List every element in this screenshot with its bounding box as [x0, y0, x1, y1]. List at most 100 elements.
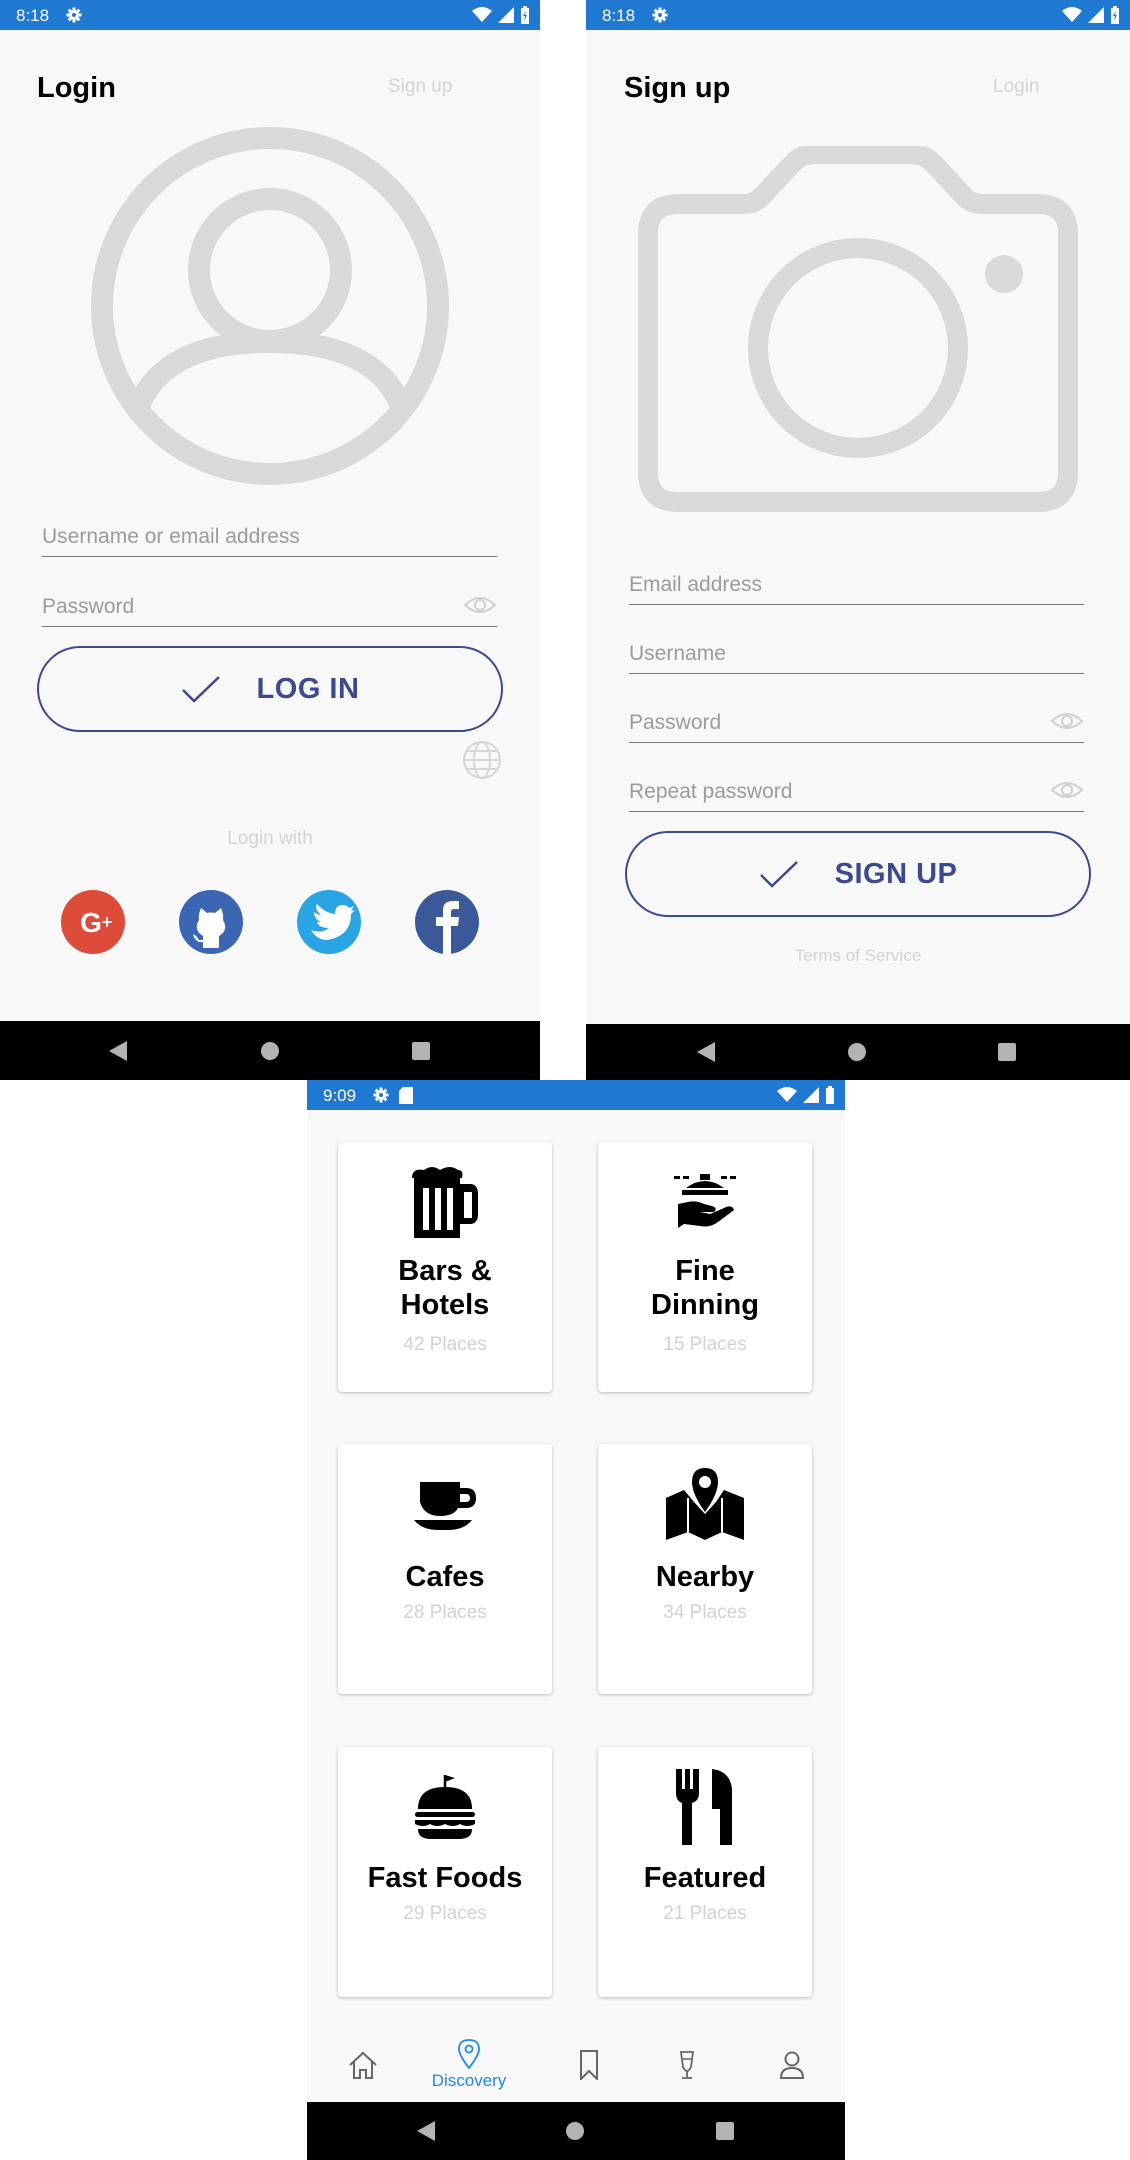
signup-link[interactable]: Sign up: [388, 76, 452, 98]
recents-square-icon[interactable]: [412, 1041, 430, 1060]
category-count: 42 Places: [403, 1334, 487, 1355]
google-plus-icon[interactable]: G +: [61, 890, 125, 954]
svg-text:+: +: [102, 912, 113, 932]
sd-card-icon: [399, 1087, 413, 1104]
signal-icon: [803, 1087, 819, 1103]
tab-discovery[interactable]: Discovery: [424, 2028, 514, 2102]
status-time: 8:18: [602, 6, 636, 25]
tab-profile[interactable]: [762, 2028, 822, 2102]
page-title: Sign up: [624, 72, 731, 104]
tab-home[interactable]: [333, 2028, 393, 2102]
page-title: Login: [37, 72, 116, 104]
username-field[interactable]: [42, 522, 497, 557]
category-title: Featured: [598, 1861, 812, 1895]
home-circle-icon[interactable]: [260, 1041, 280, 1061]
category-card-fine-dinning[interactable]: Fine Dinning 15 Places: [598, 1142, 812, 1392]
map-pin-icon: [666, 1468, 744, 1540]
login-button[interactable]: LOG IN: [37, 646, 503, 732]
repeat-password-field[interactable]: [629, 777, 1084, 812]
username-input[interactable]: [629, 639, 1084, 669]
status-bar: 8:18: [0, 0, 540, 30]
show-password-eye-icon[interactable]: [463, 594, 497, 616]
category-title-line1: Bars &: [398, 1255, 492, 1287]
language-globe-icon[interactable]: [462, 740, 502, 780]
tab-bookmarks[interactable]: [559, 2028, 619, 2102]
password-input[interactable]: [42, 592, 497, 622]
login-screen: 8:18 Login Sign up LOG IN Login with G+: [0, 0, 540, 1080]
category-title: Fine Dinning: [598, 1254, 812, 1322]
settings-icon: [373, 1087, 389, 1103]
avatar-placeholder-icon: [91, 127, 449, 485]
home-icon: [349, 2051, 377, 2079]
status-time: 9:09: [323, 1086, 357, 1105]
username-input[interactable]: [42, 522, 497, 552]
back-icon[interactable]: [108, 1040, 128, 1062]
wifi-icon: [777, 1087, 797, 1102]
user-profile-icon: [779, 2051, 805, 2079]
category-card-nearby[interactable]: Nearby 34 Places: [598, 1444, 812, 1694]
password-field[interactable]: [42, 592, 497, 627]
show-repeat-password-eye-icon[interactable]: [1050, 779, 1084, 801]
wifi-icon: [1062, 7, 1082, 22]
repeat-password-input[interactable]: [629, 777, 1084, 807]
signal-icon: [1088, 7, 1104, 23]
show-password-eye-icon[interactable]: [1050, 710, 1084, 732]
android-nav-bar: [307, 2102, 845, 2160]
location-pin-icon: [458, 2039, 480, 2069]
tab-discovery-label: Discovery: [431, 2071, 507, 2090]
category-count: 29 Places: [403, 1903, 487, 1924]
status-time: 8:18: [16, 6, 50, 25]
waiter-tray-icon: [674, 1174, 736, 1228]
android-nav-bar: [586, 1024, 1130, 1080]
username-field[interactable]: [629, 639, 1084, 674]
bottom-tab-bar: Discovery: [307, 2028, 845, 2102]
terms-of-service-link[interactable]: Terms of Service: [586, 946, 1130, 966]
login-with-label: Login with: [227, 828, 313, 849]
back-icon[interactable]: [416, 2120, 436, 2142]
battery-icon: [826, 1086, 834, 1104]
category-title: Fast Foods: [338, 1861, 552, 1895]
category-title-line1: Fast Foods: [367, 1862, 523, 1894]
home-circle-icon[interactable]: [847, 1042, 867, 1062]
home-circle-icon[interactable]: [565, 2121, 585, 2141]
category-count: 21 Places: [663, 1903, 747, 1924]
facebook-icon[interactable]: [415, 890, 479, 954]
camera-placeholder-icon[interactable]: [638, 146, 1078, 516]
back-icon[interactable]: [696, 1041, 716, 1063]
signup-button[interactable]: SIGN UP: [625, 831, 1091, 917]
glass-icon: [679, 2051, 695, 2079]
category-count: 34 Places: [663, 1602, 747, 1623]
category-card-bars-hotels[interactable]: Bars & Hotels 42 Places: [338, 1142, 552, 1392]
email-input[interactable]: [629, 570, 1084, 600]
category-title: Nearby: [598, 1560, 812, 1594]
android-nav-bar: [0, 1021, 540, 1080]
checkmark-icon: [759, 861, 798, 888]
twitter-icon[interactable]: [297, 890, 361, 954]
bookmark-icon: [580, 2050, 598, 2080]
recents-square-icon[interactable]: [998, 1043, 1016, 1061]
category-title: Cafes: [338, 1560, 552, 1594]
category-count: 28 Places: [403, 1602, 487, 1623]
email-field[interactable]: [629, 570, 1084, 605]
coffee-cup-icon: [414, 1482, 476, 1530]
category-card-cafes[interactable]: Cafes 28 Places: [338, 1444, 552, 1694]
category-title-line1: Cafes: [405, 1561, 485, 1593]
category-card-featured[interactable]: Featured 21 Places: [598, 1747, 812, 1997]
login-link[interactable]: Login: [993, 76, 1040, 98]
battery-icon: [1111, 6, 1119, 24]
beer-mug-icon: [412, 1167, 478, 1238]
svg-text:G: G: [80, 907, 102, 938]
signup-button-label: SIGN UP: [834, 857, 958, 890]
burger-icon: [415, 1775, 475, 1839]
signup-screen: 8:18 Sign up Login SIGN UP Terms of Serv…: [586, 0, 1130, 1080]
category-card-fast-foods[interactable]: Fast Foods 29 Places: [338, 1747, 552, 1997]
status-bar: 9:09: [307, 1080, 845, 1110]
github-icon[interactable]: [179, 890, 243, 954]
password-input[interactable]: [629, 708, 1084, 738]
password-field[interactable]: [629, 708, 1084, 743]
fork-knife-icon: [676, 1769, 732, 1845]
recents-square-icon[interactable]: [716, 2122, 734, 2140]
category-title: Bars & Hotels: [338, 1254, 552, 1322]
tab-drinks[interactable]: [657, 2028, 717, 2102]
status-bar: 8:18: [586, 0, 1130, 30]
